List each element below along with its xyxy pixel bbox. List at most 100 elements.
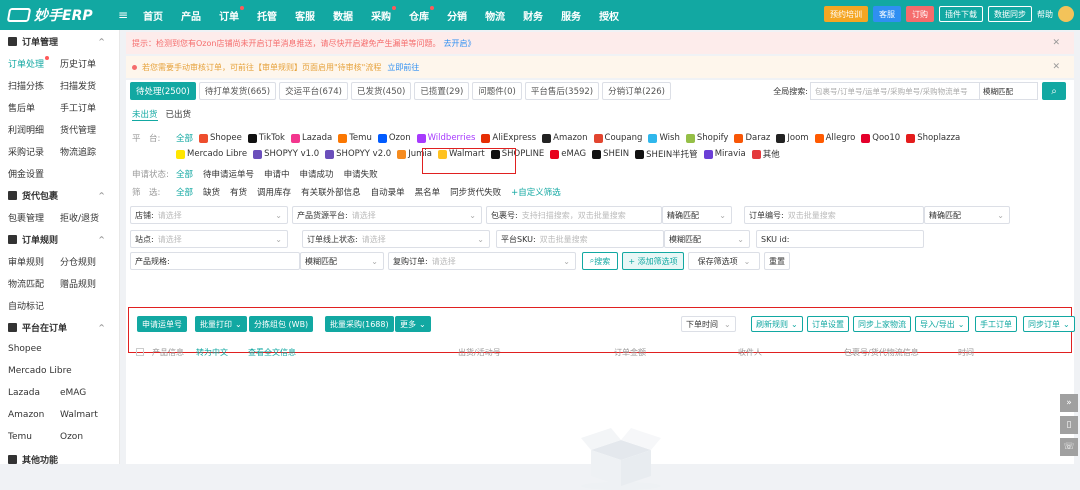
platform-shein-[interactable]: SHEIN半托管 — [635, 148, 698, 160]
repurchase-select[interactable]: 复购订单: 请选择 ⌄ — [388, 252, 576, 270]
platform-wildberries[interactable]: Wildberries — [416, 133, 475, 143]
sidebar-group-platform-orders[interactable]: 平台在订单 ^ — [0, 316, 119, 338]
platform-tiktok[interactable]: TikTok — [247, 133, 285, 143]
apply-status-failed[interactable]: 申请失败 — [344, 168, 378, 180]
tab-platform-after-sales[interactable]: 平台售后(3592) — [524, 82, 600, 100]
package-match-select[interactable]: 精确匹配 ⌄ — [662, 206, 732, 224]
more-button[interactable]: 更多 ⌄ — [395, 316, 431, 332]
platform-qoo10[interactable]: Qoo10 — [861, 133, 900, 143]
nav-services[interactable]: 服务 — [552, 8, 590, 23]
batch-purchase-button[interactable]: 批量采购(1688) — [325, 316, 394, 332]
nav-products[interactable]: 产品 — [172, 8, 210, 23]
tab-to-print[interactable]: 待打单发货(665) — [198, 82, 277, 100]
platform-daraz[interactable]: Daraz — [734, 133, 770, 143]
sidebar-group-rules[interactable]: 订单规则 ^ — [0, 228, 119, 250]
go-now-link[interactable]: 立即前往 — [387, 62, 419, 73]
close-icon[interactable]: ✕ — [1052, 38, 1060, 48]
online-status-select[interactable]: 订单线上状态: 请选择 ⌄ — [302, 230, 490, 248]
platform-miravia[interactable]: Miravia — [703, 148, 746, 160]
filter-use-stock[interactable]: 调用库存 — [257, 186, 291, 198]
sidebar-item-history-orders[interactable]: 历史订单 — [60, 57, 112, 70]
sync-upstream-logistics-button[interactable]: 同步上家物流 — [853, 316, 911, 332]
nav-data[interactable]: 数据 — [324, 8, 362, 23]
sidebar-group-packages[interactable]: 货代包裹 ^ — [0, 184, 119, 206]
nav-hosting[interactable]: 托管 — [248, 8, 286, 23]
match-mode-select[interactable]: 模糊匹配 — [980, 82, 1038, 100]
nav-service[interactable]: 客服 — [286, 8, 324, 23]
sku-id-input[interactable]: SKU id: — [756, 230, 924, 248]
sidebar-item-order-processing[interactable]: 订单处理 — [8, 55, 60, 70]
platform-shopify[interactable]: Shopify — [685, 133, 728, 143]
search-button[interactable]: ⌕ 搜索 — [582, 252, 618, 270]
sidebar-item-temu[interactable]: Temu — [8, 432, 60, 442]
sidebar-item-amazon[interactable]: Amazon — [8, 410, 60, 420]
search-icon[interactable]: ⌕ — [1042, 82, 1066, 100]
apply-status-all[interactable]: 全部 — [176, 168, 193, 180]
nav-authorize[interactable]: 授权 — [590, 8, 628, 23]
tab-handover[interactable]: 交运平台(674) — [279, 82, 348, 100]
mobile-icon[interactable]: ▯ — [1060, 416, 1078, 434]
add-filter-button[interactable]: + 添加筛选项 — [622, 252, 684, 270]
sync-orders-button[interactable]: 同步订单 ⌄ — [1023, 316, 1075, 332]
apply-status-pending[interactable]: 待申请运单号 — [203, 168, 254, 180]
sidebar-item-logistics-match[interactable]: 物流匹配 — [8, 277, 60, 290]
platform-lazada[interactable]: Lazada — [290, 133, 332, 143]
add-custom-filter[interactable]: +自定义筛选 — [511, 186, 561, 198]
order-time-sort[interactable]: 下单时间 ⌄ — [681, 316, 736, 332]
product-spec-input[interactable]: 产品规格: — [130, 252, 300, 270]
sidebar-item-warehouse-rules[interactable]: 分仓规则 — [60, 255, 112, 268]
platform-allegro[interactable]: Allegro — [814, 133, 855, 143]
filter-sync-failed[interactable]: 同步货代失败 — [450, 186, 501, 198]
sidebar-item-package-manage[interactable]: 包裹管理 — [8, 211, 60, 224]
platform-amazon[interactable]: Amazon — [542, 133, 588, 143]
platform-aliexpress[interactable]: AliExpress — [481, 133, 536, 143]
sidebar-item-walmart[interactable]: Walmart — [60, 410, 112, 420]
tab-collected[interactable]: 已揽置(29) — [414, 82, 470, 100]
sidebar-item-profit[interactable]: 利润明细 — [8, 123, 60, 136]
plugin-download-button[interactable]: 插件下载 — [939, 6, 983, 22]
platform-shopyy-v1-0[interactable]: SHOPYY v1.0 — [253, 148, 319, 160]
sidebar-item-shopee[interactable]: Shopee — [8, 344, 60, 354]
tab-distribution[interactable]: 分销订单(226) — [602, 82, 671, 100]
platform-mercado-libre[interactable]: Mercado Libre — [176, 148, 247, 160]
batch-print-button[interactable]: 批量打印 ⌄ — [195, 316, 247, 332]
view-full-info-link[interactable]: 查看全文信息 — [248, 347, 296, 358]
platform-sku-input[interactable]: 平台SKU: 双击批量搜索 — [496, 230, 664, 248]
avatar[interactable] — [1058, 6, 1074, 22]
app-logo[interactable]: 妙手ERP — [0, 5, 118, 25]
customer-service-button[interactable]: 客服 — [873, 6, 901, 22]
tab-shipped[interactable]: 已发货(450) — [350, 82, 412, 100]
close-icon[interactable]: ✕ — [1052, 62, 1060, 72]
apply-status-applying[interactable]: 申请中 — [264, 168, 290, 180]
sort-pack-wb-button[interactable]: 分拣组包 (WB) — [249, 316, 314, 332]
nav-warehouse[interactable]: 仓库 — [400, 5, 438, 23]
sidebar-item-commission[interactable]: 佣金设置 — [8, 167, 60, 180]
nav-distribution[interactable]: 分销 — [438, 8, 476, 23]
nav-logistics[interactable]: 物流 — [476, 8, 514, 23]
sidebar-item-after-sales[interactable]: 售后单 — [8, 101, 60, 114]
data-sync-button[interactable]: 数据同步 — [988, 6, 1032, 22]
sidebar-item-rejects[interactable]: 拒收/退货 — [60, 211, 112, 224]
sidebar-item-scan-ship[interactable]: 扫描发货 — [60, 79, 112, 92]
platform--[interactable]: 其他 — [751, 148, 780, 160]
sidebar-item-emag[interactable]: eMAG — [60, 388, 112, 398]
save-filter-button[interactable]: 保存筛选项 ⌄ — [688, 252, 760, 270]
phone-icon[interactable]: ☏ — [1060, 438, 1078, 456]
platform-joom[interactable]: Joom — [776, 133, 809, 143]
platform-wish[interactable]: Wish — [648, 133, 680, 143]
filter-all[interactable]: 全部 — [176, 186, 193, 198]
platform-shoplazza[interactable]: Shoplazza — [906, 133, 960, 143]
tab-pending[interactable]: 待处理(2500) — [130, 82, 196, 100]
manual-order-button[interactable]: 手工订单 — [975, 316, 1017, 332]
sidebar-item-tracking[interactable]: 物流追踪 — [60, 145, 112, 158]
global-search-input[interactable]: 包裹号/订单号/运单号/采购单号/采购物流单号 — [810, 82, 980, 100]
nav-finance[interactable]: 财务 — [514, 8, 552, 23]
apply-waybill-button[interactable]: 申请运单号 — [137, 316, 187, 332]
platform-shopyy-v2-0[interactable]: SHOPYY v2.0 — [325, 148, 391, 160]
source-platform-select[interactable]: 产品货源平台: 请选择 ⌄ — [292, 206, 482, 224]
platform-shopee[interactable]: Shopee — [199, 133, 242, 143]
store-select[interactable]: 店铺: 请选择 ⌄ — [130, 206, 288, 224]
nav-orders[interactable]: 订单 — [210, 5, 248, 23]
sku-match-select[interactable]: 模糊匹配 ⌄ — [664, 230, 750, 248]
import-export-button[interactable]: 导入/导出 ⌄ — [915, 316, 970, 332]
